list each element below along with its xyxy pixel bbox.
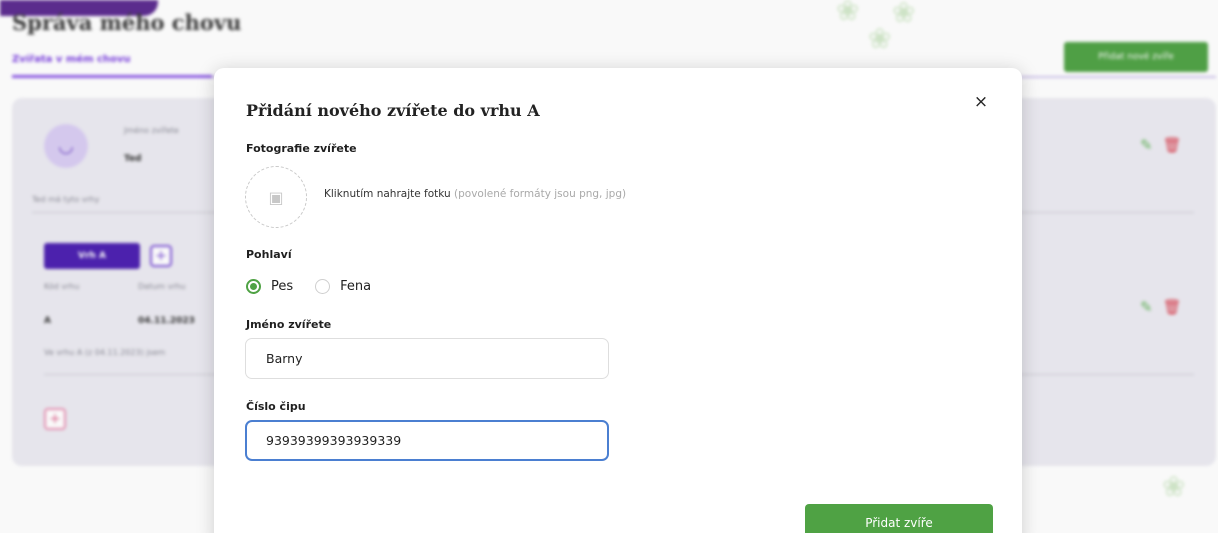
radio-label-fena: Fena bbox=[340, 279, 372, 294]
radio-pes[interactable]: Pes bbox=[246, 279, 293, 294]
name-label: Jméno zvířete bbox=[246, 318, 332, 331]
radio-fena[interactable]: Fena bbox=[315, 279, 371, 294]
upload-hint: (povolené formáty jsou png, jpg) bbox=[454, 188, 627, 200]
upload-instructions[interactable]: Kliknutím nahrajte fotku (povolené formá… bbox=[324, 188, 626, 200]
upload-text: Kliknutím nahrajte fotku bbox=[324, 188, 451, 200]
close-icon[interactable]: × bbox=[971, 92, 991, 112]
animal-name-input[interactable] bbox=[245, 338, 609, 379]
photo-label: Fotografie zvířete bbox=[246, 142, 357, 155]
gender-radio-group: Pes Fena bbox=[246, 279, 393, 294]
photo-upload-button[interactable]: ▣ bbox=[245, 166, 307, 228]
radio-label-pes: Pes bbox=[271, 279, 294, 294]
gender-label: Pohlaví bbox=[246, 248, 292, 261]
radio-button[interactable] bbox=[315, 279, 331, 294]
chip-label: Číslo čipu bbox=[246, 400, 306, 413]
add-animal-submit-button[interactable]: Přidat zvíře bbox=[805, 504, 993, 533]
radio-button-checked[interactable] bbox=[246, 279, 261, 294]
image-icon: ▣ bbox=[268, 187, 284, 207]
add-animal-modal: Přidání nového zvířete do vrhu A × Fotog… bbox=[214, 68, 1022, 533]
modal-title: Přidání nového zvířete do vrhu A bbox=[246, 101, 540, 120]
chip-number-input[interactable] bbox=[245, 420, 609, 461]
